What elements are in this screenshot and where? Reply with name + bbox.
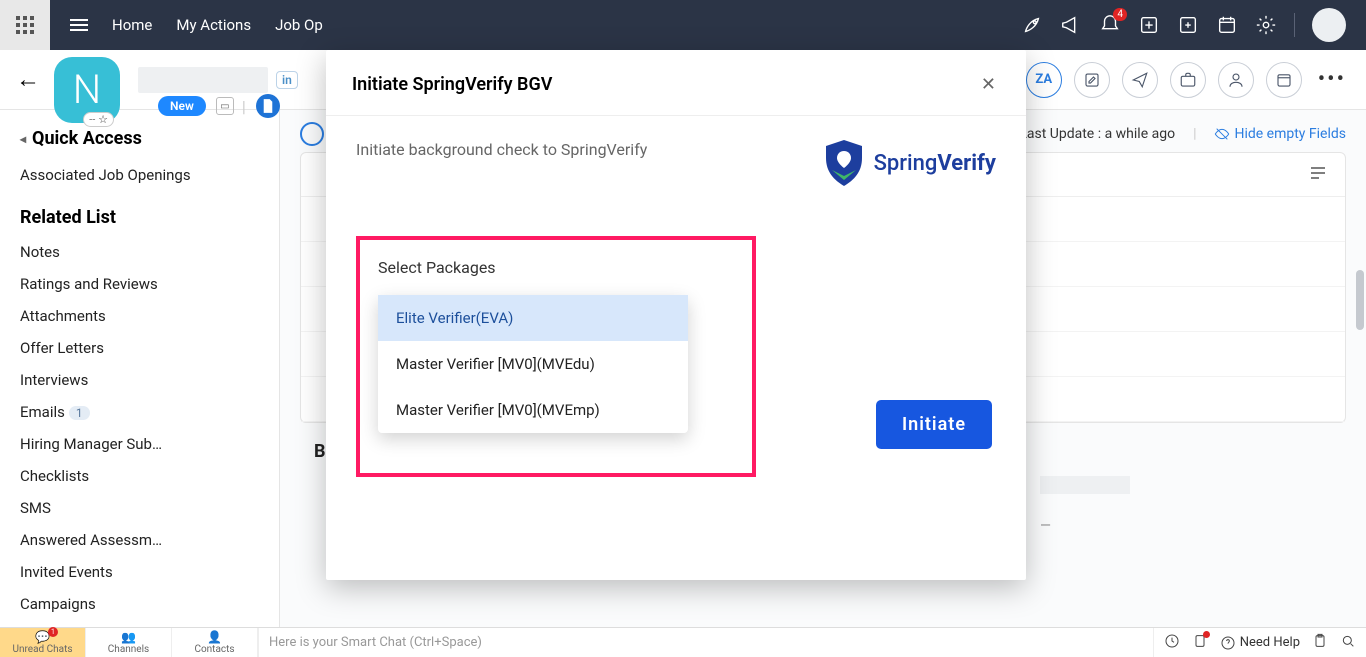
card-icon[interactable]: ▭ <box>216 97 234 115</box>
clipboard-icon[interactable] <box>1192 633 1208 653</box>
edit-note-icon[interactable] <box>1074 62 1110 98</box>
modal-header: Initiate SpringVerify BGV ✕ <box>326 50 1026 116</box>
plus-square-icon[interactable] <box>1177 14 1199 36</box>
contact-icon: 👤 <box>207 630 222 644</box>
chat-icon: 💬1 <box>35 630 50 644</box>
initiate-button[interactable]: Initiate <box>876 400 992 449</box>
scrollbar[interactable] <box>1356 270 1364 330</box>
top-navbar: Home My Actions Job Op 4 <box>0 0 1366 50</box>
nav-job-openings[interactable]: Job Op <box>275 16 323 34</box>
close-icon[interactable]: ✕ <box>977 70 1000 99</box>
status-badge-new: New <box>158 96 206 116</box>
sidebar-attachments[interactable]: Attachments <box>20 300 259 332</box>
springverify-logo: SpringVerify <box>824 140 996 186</box>
quick-access-heading: ◂Quick Access <box>20 128 259 149</box>
loading-icon <box>300 122 324 146</box>
tab-contacts[interactable]: 👤 Contacts <box>172 628 258 657</box>
sidebar-notes[interactable]: Notes <box>20 236 259 268</box>
note-plus-icon[interactable] <box>1138 14 1160 36</box>
modal-body: Initiate background check to SpringVerif… <box>326 116 1026 517</box>
sidebar-associated-jobs[interactable]: Associated Job Openings <box>20 159 259 191</box>
package-option-mvemp[interactable]: Master Verifier [MV0](MVEmp) <box>378 387 688 433</box>
help-icon[interactable]: Need Help <box>1220 635 1300 651</box>
email-count-badge: 1 <box>69 406 90 420</box>
search-icon[interactable] <box>1340 633 1356 653</box>
action-circle-row: ZA ••• <box>1026 62 1350 98</box>
divider <box>1294 13 1295 37</box>
nav-home[interactable]: Home <box>112 16 152 34</box>
smart-chat-input[interactable]: Here is your Smart Chat (Ctrl+Space) <box>258 628 1153 657</box>
select-packages-label: Select Packages <box>378 258 734 277</box>
star-chip[interactable]: -- ☆ <box>83 112 114 127</box>
back-arrow-icon[interactable]: ← <box>16 65 40 94</box>
related-list-heading: Related List <box>20 207 259 228</box>
select-packages-highlight: Select Packages Elite Verifier(EVA) Mast… <box>356 236 756 477</box>
package-option-elite[interactable]: Elite Verifier(EVA) <box>378 295 688 341</box>
mobile-value: — <box>1040 518 1240 540</box>
candidate-name-redacted <box>138 67 268 93</box>
modal-intro-text: Initiate background check to SpringVerif… <box>356 140 647 159</box>
person-icon[interactable] <box>1218 62 1254 98</box>
shield-icon <box>824 140 864 186</box>
bottom-right-tools: Need Help <box>1153 628 1366 657</box>
apps-grid-icon[interactable] <box>0 0 50 50</box>
sidebar-checklists[interactable]: Checklists <box>20 460 259 492</box>
briefcase-icon[interactable] <box>1170 62 1206 98</box>
clock-icon[interactable] <box>1164 633 1180 653</box>
package-option-mvedu[interactable]: Master Verifier [MV0](MVEdu) <box>378 341 688 387</box>
rocket-icon[interactable] <box>1021 14 1043 36</box>
sidebar-answered-assess[interactable]: Answered Assessm… <box>20 524 259 556</box>
document-icon[interactable] <box>256 94 280 118</box>
bell-icon[interactable]: 4 <box>1099 14 1121 36</box>
unread-badge: 1 <box>48 627 58 637</box>
sidebar-offer-letters[interactable]: Offer Letters <box>20 332 259 364</box>
modal-title: Initiate SpringVerify BGV <box>352 74 552 95</box>
bottom-bar: 💬1 Unread Chats 👥 Channels 👤 Contacts He… <box>0 627 1366 657</box>
avatar-letter: N <box>73 66 101 113</box>
tab-channels[interactable]: 👥 Channels <box>86 628 172 657</box>
sidebar: ◂Quick Access Associated Job Openings Re… <box>0 110 280 627</box>
candidate-avatar-initial: N -- ☆ <box>54 57 120 123</box>
send-icon[interactable] <box>1122 62 1158 98</box>
megaphone-icon[interactable] <box>1060 14 1082 36</box>
last-update-text: Last Update : a while ago <box>1019 126 1175 142</box>
hamburger-icon[interactable] <box>70 19 88 31</box>
linkedin-icon[interactable]: in <box>276 71 298 89</box>
sidebar-emails[interactable]: Emails1 <box>20 396 259 428</box>
calendar-icon[interactable] <box>1216 14 1238 36</box>
nav-my-actions[interactable]: My Actions <box>176 16 251 34</box>
more-dots-icon[interactable]: ••• <box>1314 67 1350 92</box>
calendar-action-icon[interactable] <box>1266 62 1302 98</box>
people-icon: 👥 <box>121 630 136 644</box>
sidebar-ratings[interactable]: Ratings and Reviews <box>20 268 259 300</box>
sidebar-campaigns[interactable]: Campaigns <box>20 588 259 620</box>
sidebar-invited-events[interactable]: Invited Events <box>20 556 259 588</box>
collapse-icon[interactable]: ◂ <box>20 132 26 146</box>
sidebar-interviews[interactable]: Interviews <box>20 364 259 396</box>
tab-unread-chats[interactable]: 💬1 Unread Chats <box>0 628 86 657</box>
card-menu-icon[interactable] <box>1309 165 1327 184</box>
packages-dropdown[interactable]: Elite Verifier(EVA) Master Verifier [MV0… <box>378 295 688 433</box>
springverify-modal: Initiate SpringVerify BGV ✕ Initiate bac… <box>326 50 1026 580</box>
top-menu: Home My Actions Job Op <box>50 16 323 34</box>
avatar[interactable] <box>1312 8 1346 42</box>
sidebar-hiring-mgr[interactable]: Hiring Manager Sub… <box>20 428 259 460</box>
topbar-right: 4 <box>1021 8 1366 42</box>
sidebar-sms[interactable]: SMS <box>20 492 259 524</box>
hide-empty-fields-link[interactable]: Hide empty Fields <box>1214 126 1346 142</box>
gear-icon[interactable] <box>1255 14 1277 36</box>
candidate-name-value <box>1040 476 1130 494</box>
za-action[interactable]: ZA <box>1026 62 1062 98</box>
notification-badge: 4 <box>1113 8 1127 21</box>
paste-icon[interactable] <box>1312 633 1328 653</box>
